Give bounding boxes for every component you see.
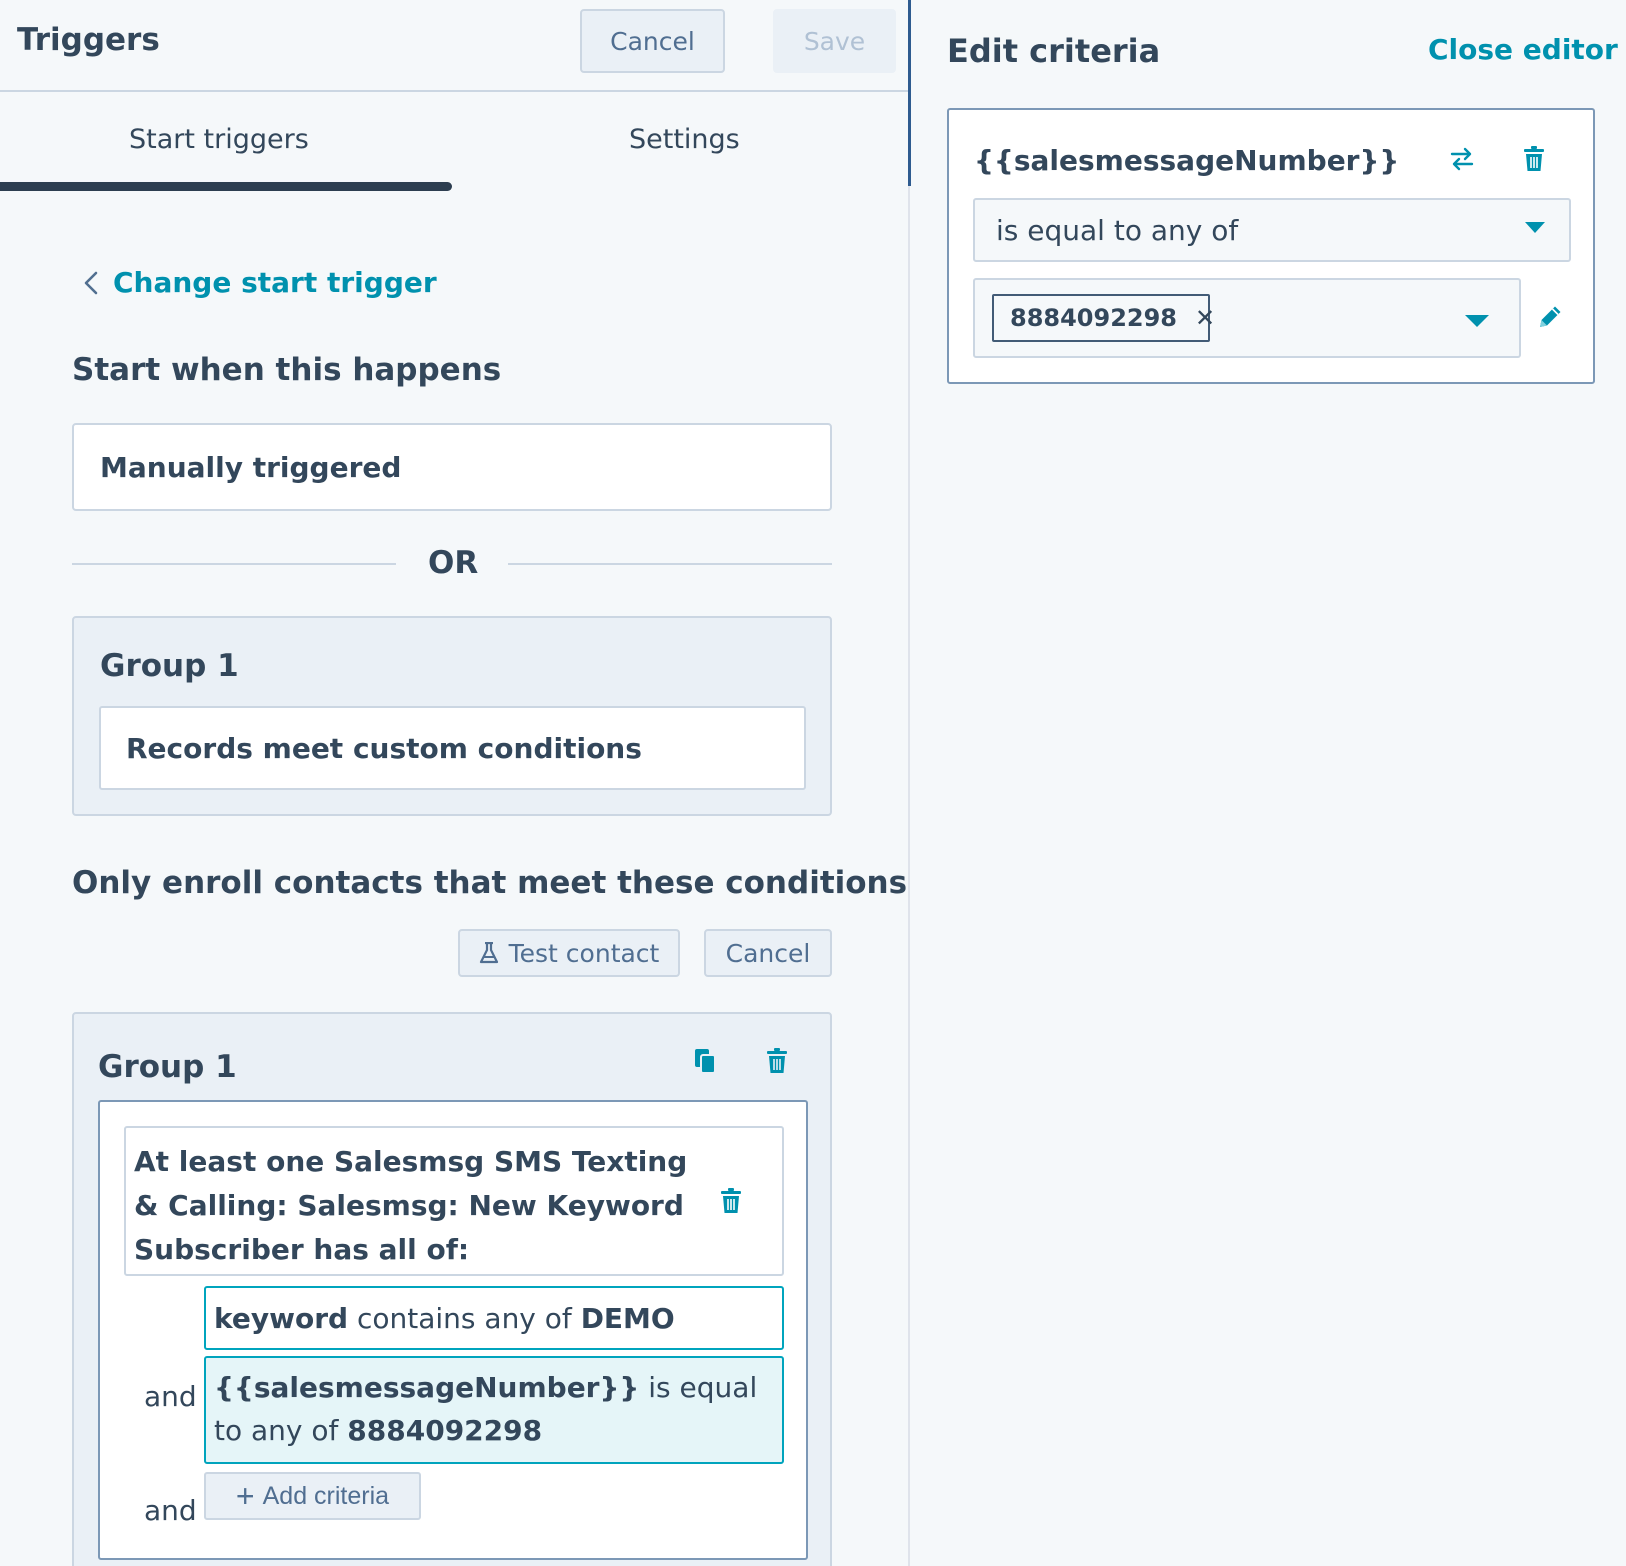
- tab-bar: Start triggers Settings: [0, 94, 908, 192]
- swap-icon[interactable]: [1447, 142, 1477, 176]
- edit-criteria-panel: Edit criteria Close editor {{salesmessag…: [912, 0, 1626, 1566]
- value-multiselect[interactable]: 8884092298 ✕: [973, 278, 1521, 358]
- chevron-left-icon: [84, 271, 98, 294]
- criteria-editor-card: {{salesmessageNumber}} is equal to any o…: [947, 108, 1595, 384]
- criteria-operator: contains any of: [356, 1302, 572, 1335]
- criteria-property: keyword: [214, 1302, 349, 1335]
- cancel-button[interactable]: Cancel: [580, 9, 725, 73]
- change-start-trigger-link[interactable]: Change start trigger: [77, 266, 437, 299]
- remove-tag-icon[interactable]: ✕: [1195, 304, 1215, 332]
- triggers-panel: Triggers Cancel Save Start triggers Sett…: [0, 0, 910, 1566]
- caret-down-icon: [1465, 315, 1489, 327]
- trash-icon[interactable]: [716, 1184, 746, 1218]
- panel-focus-edge: [908, 0, 911, 186]
- test-contact-label: Test contact: [508, 938, 660, 968]
- records-condition-card[interactable]: Records meet custom conditions: [99, 706, 806, 790]
- manual-trigger-card[interactable]: Manually triggered: [72, 423, 832, 511]
- subscriber-condition-text: At least one Salesmsg SMS Texting & Call…: [134, 1145, 688, 1266]
- value-tag-label: 8884092298: [1010, 304, 1177, 332]
- criteria-property: {{salesmessageNumber}}: [214, 1371, 640, 1404]
- pencil-icon[interactable]: [1535, 300, 1565, 334]
- criteria-salesmessage-number[interactable]: {{salesmessageNumber}} is equal to any o…: [204, 1356, 784, 1464]
- value-tag: 8884092298 ✕: [992, 294, 1215, 342]
- test-contact-button[interactable]: Test contact: [458, 929, 680, 977]
- operator-selected-value: is equal to any of: [996, 214, 1239, 247]
- criteria-value: DEMO: [580, 1302, 675, 1335]
- cancel-enroll-button[interactable]: Cancel: [704, 929, 832, 977]
- criteria-property-name: {{salesmessageNumber}}: [974, 144, 1400, 177]
- add-criteria-button[interactable]: + Add criteria: [204, 1472, 421, 1520]
- save-button[interactable]: Save: [773, 9, 896, 73]
- enroll-heading: Only enroll contacts that meet these con…: [72, 865, 908, 901]
- criteria-keyword[interactable]: keyword contains any of DEMO: [204, 1286, 784, 1350]
- trash-icon[interactable]: [762, 1044, 792, 1078]
- flask-icon: [479, 942, 498, 964]
- criteria-value: 8884092298: [347, 1414, 543, 1447]
- close-editor-link[interactable]: Close editor: [1428, 33, 1618, 66]
- subscriber-condition-card[interactable]: At least one Salesmsg SMS Texting & Call…: [124, 1126, 784, 1276]
- or-divider-left: [72, 563, 396, 565]
- edit-criteria-title: Edit criteria: [947, 32, 1161, 70]
- copy-icon[interactable]: [690, 1044, 720, 1078]
- trigger-group-title: Group 1: [100, 648, 239, 684]
- and-connector: and: [144, 1494, 197, 1527]
- operator-select[interactable]: is equal to any of: [973, 198, 1571, 262]
- or-label: OR: [428, 545, 479, 581]
- enroll-group-title: Group 1: [98, 1049, 237, 1085]
- change-start-trigger-label: Change start trigger: [113, 266, 437, 299]
- enroll-criteria-container: At least one Salesmsg SMS Texting & Call…: [98, 1100, 808, 1560]
- tab-settings[interactable]: Settings: [629, 124, 740, 155]
- caret-down-icon: [1525, 222, 1545, 233]
- trash-icon[interactable]: [1519, 142, 1549, 176]
- active-tab-indicator: [0, 182, 452, 191]
- triggers-header: Triggers Cancel Save: [0, 0, 908, 92]
- or-divider-right: [508, 563, 832, 565]
- start-heading: Start when this happens: [72, 352, 502, 388]
- tab-start-triggers[interactable]: Start triggers: [129, 124, 309, 155]
- enroll-group: Group 1 At least one Salesmsg SMS Textin…: [72, 1012, 832, 1566]
- plus-icon: +: [235, 1478, 255, 1514]
- add-criteria-label: Add criteria: [262, 1481, 390, 1510]
- page-title: Triggers: [17, 22, 160, 58]
- and-connector: and: [144, 1380, 197, 1413]
- trigger-group: Group 1 Records meet custom conditions: [72, 616, 832, 816]
